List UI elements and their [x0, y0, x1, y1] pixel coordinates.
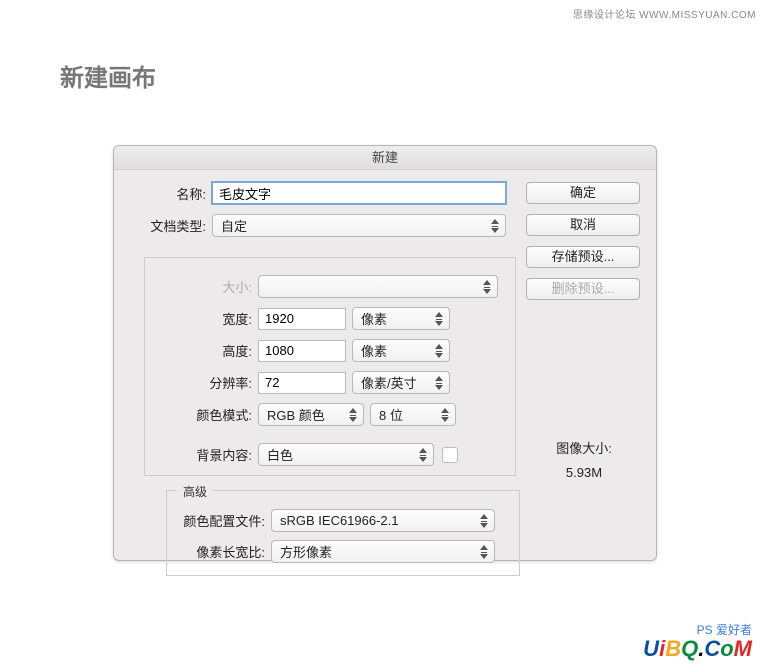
updown-icon — [433, 374, 445, 392]
image-size-label: 图像大小: — [524, 438, 644, 457]
width-unit-value: 像素 — [361, 309, 387, 328]
color-profile-select[interactable]: sRGB IEC61966-2.1 — [271, 509, 495, 532]
ok-button[interactable]: 确定 — [526, 182, 640, 204]
updown-icon — [347, 406, 359, 424]
dialog-title: 新建 — [114, 146, 656, 170]
form-left-column: 名称: 文档类型: 自定 大小: — [128, 182, 516, 576]
updown-icon — [417, 446, 429, 464]
advanced-fieldset: 高级 颜色配置文件: sRGB IEC61966-2.1 像素长宽比: 方形像素 — [166, 490, 520, 576]
image-size-value: 5.93M — [524, 465, 644, 480]
source-credit: 思缘设计论坛 WWW.MISSYUAN.COM — [573, 6, 756, 21]
pixel-aspect-select[interactable]: 方形像素 — [271, 540, 495, 563]
pixel-aspect-value: 方形像素 — [280, 542, 332, 561]
name-label: 名称: — [128, 184, 212, 203]
footer-logo: UiBQ.CoM — [643, 636, 752, 662]
bg-value: 白色 — [267, 445, 293, 464]
delete-preset-button: 删除预设... — [526, 278, 640, 300]
updown-icon — [478, 512, 490, 530]
advanced-legend: 高级 — [177, 483, 213, 500]
doc-type-row: 文档类型: 自定 — [128, 214, 516, 237]
size-select — [258, 275, 498, 298]
cancel-button[interactable]: 取消 — [526, 214, 640, 236]
doc-type-select[interactable]: 自定 — [212, 214, 506, 237]
color-profile-label: 颜色配置文件: — [177, 511, 271, 530]
bg-select[interactable]: 白色 — [258, 443, 434, 466]
resolution-unit-value: 像素/英寸 — [361, 373, 417, 392]
updown-icon — [489, 217, 501, 235]
color-profile-row: 颜色配置文件: sRGB IEC61966-2.1 — [177, 509, 509, 532]
color-mode-value: RGB 颜色 — [267, 405, 325, 424]
color-depth-value: 8 位 — [379, 405, 403, 424]
height-unit-value: 像素 — [361, 341, 387, 360]
color-mode-select[interactable]: RGB 颜色 — [258, 403, 364, 426]
dialog-body: 确定 取消 存储预设... 删除预设... 名称: 文档类型: 自定 — [114, 170, 656, 588]
name-input[interactable] — [212, 182, 506, 204]
updown-icon — [439, 406, 451, 424]
doc-type-label: 文档类型: — [128, 216, 212, 235]
name-row: 名称: — [128, 182, 516, 204]
save-preset-button[interactable]: 存储预设... — [526, 246, 640, 268]
page-title: 新建画布 — [60, 58, 156, 93]
button-column: 确定 取消 存储预设... 删除预设... — [526, 182, 640, 300]
pixel-aspect-label: 像素长宽比: — [177, 542, 271, 561]
doc-fieldset: 大小: 宽度: 像素 — [144, 247, 516, 476]
updown-icon — [481, 278, 493, 296]
resolution-unit-select[interactable]: 像素/英寸 — [352, 371, 450, 394]
width-unit-select[interactable]: 像素 — [352, 307, 450, 330]
color-depth-select[interactable]: 8 位 — [370, 403, 456, 426]
updown-icon — [433, 342, 445, 360]
new-document-dialog: 新建 确定 取消 存储预设... 删除预设... 名称: 文档类型: 自定 — [113, 145, 657, 561]
updown-icon — [433, 310, 445, 328]
color-profile-value: sRGB IEC61966-2.1 — [280, 513, 399, 528]
updown-icon — [478, 543, 490, 561]
doc-type-value: 自定 — [221, 216, 247, 235]
height-unit-select[interactable]: 像素 — [352, 339, 450, 362]
pixel-aspect-row: 像素长宽比: 方形像素 — [177, 540, 509, 563]
image-size-info: 图像大小: 5.93M — [524, 438, 644, 480]
